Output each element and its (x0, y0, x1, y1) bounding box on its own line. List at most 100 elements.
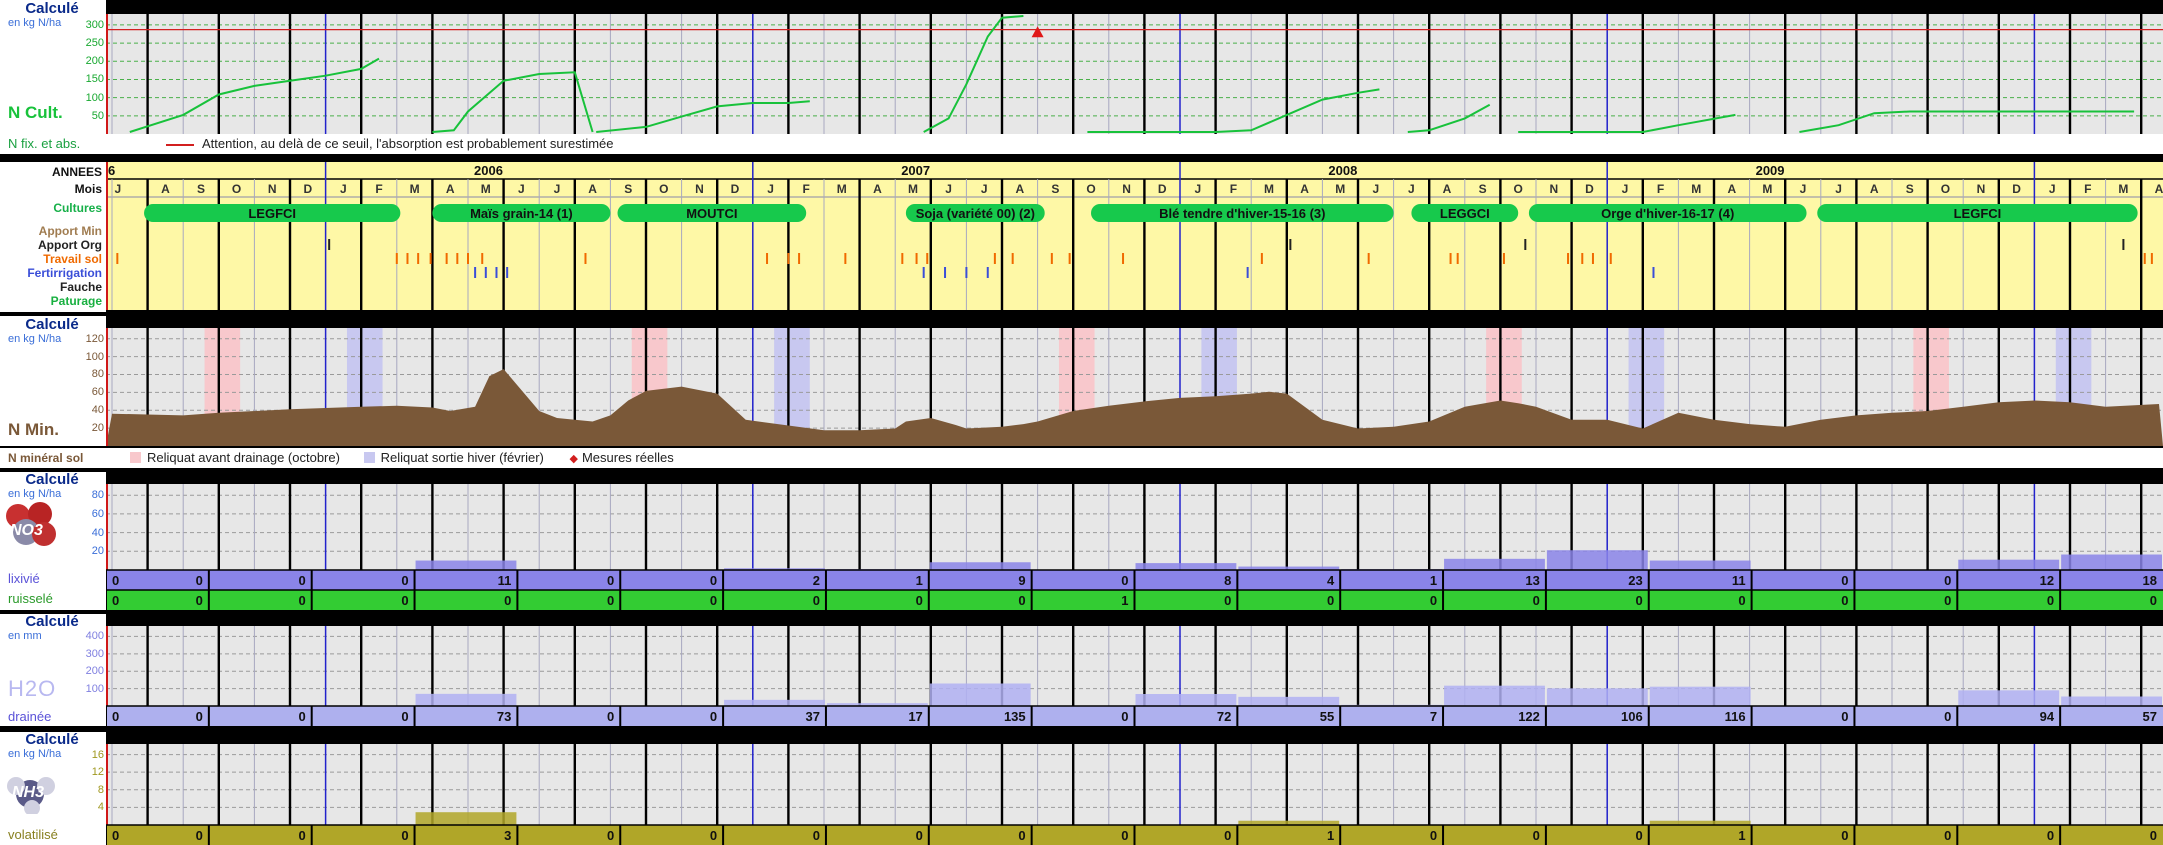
month-label: A (1015, 182, 1024, 196)
month-label: A (1870, 182, 1879, 196)
month-label: S (624, 182, 632, 196)
cell-value: 18 (2143, 573, 2157, 588)
month-label: M (1762, 182, 1772, 196)
year-label: 2009 (1756, 163, 1785, 178)
month-label: J (945, 182, 952, 196)
month-label: O (1514, 182, 1523, 196)
no3-chart[interactable]: 0 0 0 11 0 0 2 1 9 0 8 4 1 13 23 11 0 0 12 18 0 0 0 0 0 0 0 0 0 0 1 0 0 0… (106, 484, 2163, 610)
nh3-chart[interactable]: 0 0 0 3 0 0 0 0 0 0 0 1 0 0 0 1 0 0 0 0 0 (106, 744, 2163, 845)
cell-value: 2 (813, 573, 820, 588)
value-bar (1958, 690, 2060, 706)
cell-value: 55 (1320, 709, 1334, 724)
crop-label: LEGFCI (248, 206, 296, 221)
cell-value: 57 (2143, 709, 2157, 724)
h2o-chart[interactable]: 0 0 0 73 0 0 37 17 135 0 72 55 7 122 106 116 0 0 94 57 0 (106, 626, 2163, 726)
axis-tick: 120 (85, 332, 104, 345)
cell-value: 0 (710, 593, 717, 608)
calendar-chart[interactable]: 6 2006 2007 2008 2009 J A S O N D J F M A M J J A S O N D J F M A M… (106, 162, 2163, 312)
axis-tick: 40 (91, 526, 104, 539)
cell-value: 0 (916, 593, 923, 608)
nmin-title: N Min. (8, 420, 59, 439)
axis-tick: 60 (91, 507, 104, 520)
cell-value: 0 (1944, 593, 1951, 608)
crop-label: LEGFCI (1954, 206, 2002, 221)
month-label: A (1443, 182, 1452, 196)
nmin-legend: Reliquat avant drainage (octobre) Reliqu… (106, 448, 2163, 468)
cell-value: 0 (1224, 828, 1231, 843)
axis-tick: 250 (85, 37, 104, 50)
cell-value: 11 (1732, 573, 1746, 588)
axis-tick: 20 (91, 422, 104, 435)
year-label: 6 (108, 163, 115, 178)
cell-value: 1 (1121, 593, 1128, 608)
axis-tick: 4 (97, 801, 104, 814)
axis-tick: 100 (85, 91, 104, 104)
cell-value: 0 (1841, 709, 1848, 724)
cell-value: 0 (298, 828, 305, 843)
value-bar (1135, 694, 1237, 706)
nh3-calcule: Calculé (25, 732, 79, 748)
cell-value: 13 (1525, 573, 1539, 588)
month-label: S (1906, 182, 1914, 196)
ncult-label-area: Calculé en kg N/ha 300 250 200 150 100 50 N C… (0, 0, 106, 134)
month-label: F (375, 182, 382, 196)
cell-value: 0 (1636, 828, 1643, 843)
cell-value-start: 0 (112, 573, 119, 588)
month-label: J (981, 182, 988, 196)
axis-tick: 300 (85, 647, 104, 660)
month-label: J (1835, 182, 1842, 196)
cell-value: 17 (908, 709, 922, 724)
month-label: J (2049, 182, 2056, 196)
threshold-line-icon (166, 143, 194, 146)
month-label: J (767, 182, 774, 196)
value-bar (1444, 685, 1545, 706)
cell-value: 0 (196, 828, 203, 843)
cell-value: 1 (1738, 828, 1745, 843)
axis-tick: 150 (85, 73, 104, 86)
year-label: 2006 (474, 163, 503, 178)
nmin-chart[interactable] (106, 328, 2163, 446)
cell-value: 135 (1004, 709, 1026, 724)
row-label-fertirrigation: Fertirrigation (27, 266, 102, 280)
month-label: J (340, 182, 347, 196)
cell-value: 0 (1018, 828, 1025, 843)
month-label: N (1977, 182, 1986, 196)
cell-value: 0 (298, 593, 305, 608)
month-label: A (873, 182, 882, 196)
axis-tick: 100 (85, 350, 104, 363)
value-bar (415, 693, 517, 706)
row-label-apport-org: Apport Org (38, 238, 102, 252)
cell-value: 12 (2040, 573, 2054, 588)
month-label: M (837, 182, 847, 196)
month-label: N (1122, 182, 1131, 196)
cell-value: 4 (1327, 573, 1335, 588)
month-label: J (518, 182, 525, 196)
calendar-label-area: ANNEES Mois Cultures Apport Min Apport O… (0, 162, 106, 312)
month-label: A (446, 182, 455, 196)
cell-value: 9 (1018, 573, 1025, 588)
year-label: 2008 (1328, 163, 1357, 178)
axis-tick: 80 (91, 489, 104, 502)
value-bar (1649, 686, 1751, 706)
ncult-title: N Cult. (8, 103, 63, 122)
legend-reliquat-oct: Reliquat avant drainage (octobre) (147, 450, 340, 465)
crop-label: Orge d'hiver-16-17 (4) (1601, 206, 1734, 221)
row-label-paturage: Paturage (50, 294, 102, 308)
plot-background (106, 484, 2163, 570)
axis-tick: 12 (91, 766, 104, 779)
reliquat-fev-swatch (363, 452, 375, 463)
ncult-chart[interactable] (106, 14, 2163, 134)
cell-value: 0 (1533, 828, 1540, 843)
axis-tick: 16 (91, 748, 104, 761)
cell-value: 37 (805, 709, 819, 724)
value-bar (2061, 696, 2162, 706)
crop-label: Blé tendre d'hiver-15-16 (3) (1159, 206, 1325, 221)
cell-value: 0 (916, 828, 923, 843)
nh3-unit: en kg N/ha (8, 748, 62, 760)
cell-value: 0 (607, 593, 614, 608)
cell-value: 0 (813, 593, 820, 608)
cell-value: 11 (498, 573, 512, 588)
cell-value: 0 (401, 593, 408, 608)
month-label: F (1230, 182, 1237, 196)
cell-value: 0 (1430, 828, 1437, 843)
